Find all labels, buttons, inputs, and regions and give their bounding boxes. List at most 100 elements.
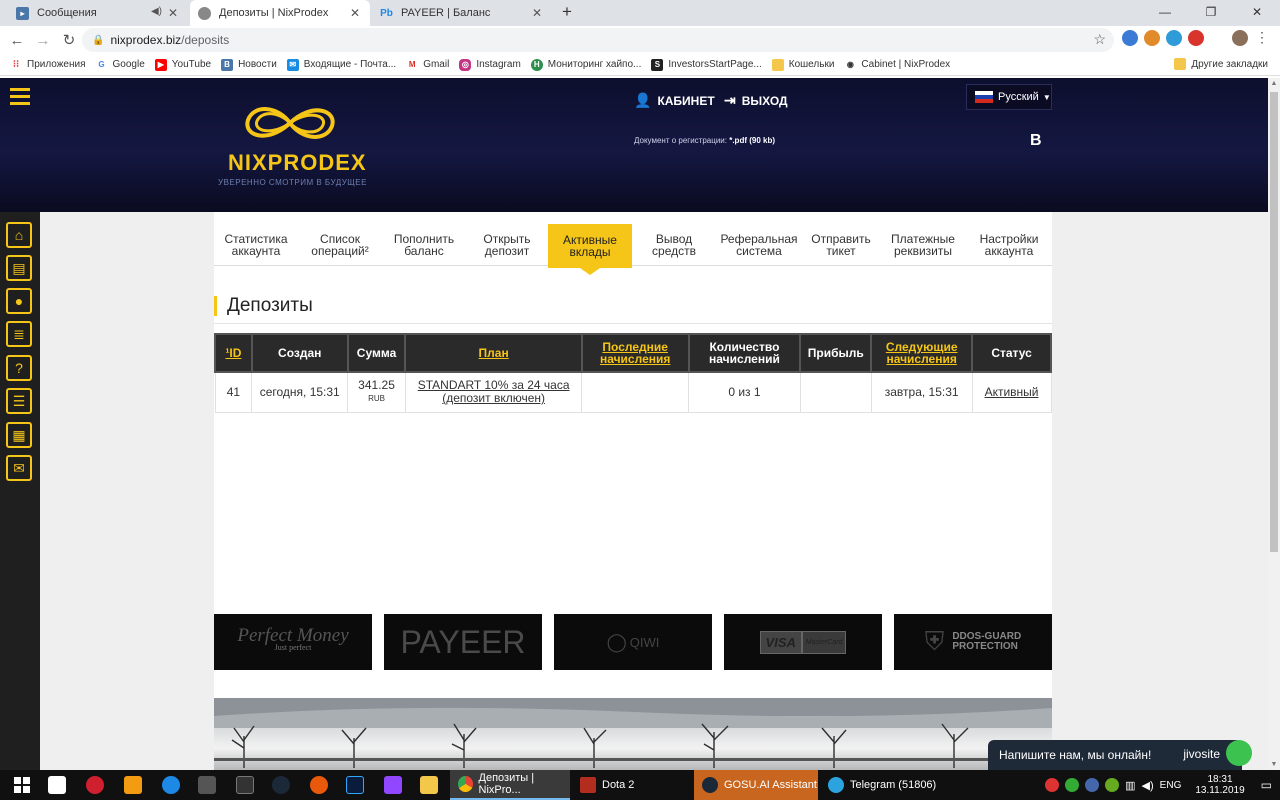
tray-icon[interactable] xyxy=(1105,778,1120,792)
envelope-icon[interactable]: ✉ xyxy=(6,455,32,481)
col-next-accruals[interactable]: Следующие начисления xyxy=(870,333,974,373)
google-icon: G xyxy=(98,60,105,69)
volume-icon[interactable]: ◀) xyxy=(1142,779,1154,792)
tab-deposits[interactable]: Депозиты | NixProdex ✕ xyxy=(190,0,370,26)
user-icon[interactable]: ● xyxy=(6,288,32,314)
maximize-icon[interactable]: ❐ xyxy=(1188,0,1234,26)
clock[interactable]: 18:31 13.11.2019 xyxy=(1195,774,1244,796)
col-status: Статус xyxy=(971,333,1052,373)
nav-active-deposits[interactable]: Активные вклады xyxy=(548,224,632,275)
calculator-icon[interactable] xyxy=(198,776,216,794)
steam-icon[interactable] xyxy=(272,776,290,794)
address-bar[interactable]: 🔒 nixprodex.biz/deposits ☆ xyxy=(82,28,1114,52)
bookmark-youtube[interactable]: ▶ YouTube xyxy=(154,58,211,71)
photoshop-icon[interactable] xyxy=(346,776,364,794)
close-tab-icon[interactable]: ✕ xyxy=(350,6,360,20)
tray-icon[interactable] xyxy=(1045,778,1060,792)
bookmark-gmail[interactable]: M Gmail xyxy=(406,59,449,71)
cell-amount: 341.25 RUB xyxy=(347,371,406,413)
nav-referral[interactable]: Реферальная система xyxy=(716,224,802,266)
close-window-icon[interactable]: ✕ xyxy=(1234,0,1280,26)
bookmark-investors[interactable]: S InvestorsStartPage... xyxy=(651,58,762,71)
bookmark-star-icon[interactable]: ☆ xyxy=(1093,31,1106,48)
nav-open-deposit[interactable]: Открыть депозит xyxy=(466,224,548,266)
bookmark-cabinet[interactable]: ◉ Cabinet | NixProdex xyxy=(844,59,950,71)
scroll-up-icon[interactable]: ▲ xyxy=(1268,80,1280,87)
taskbar-chrome[interactable]: Депозиты | NixPro... xyxy=(450,770,570,800)
globe-icon: ◉ xyxy=(846,60,854,69)
fl-studio-icon[interactable] xyxy=(124,776,142,794)
chat-widget[interactable]: Напишите нам, мы онлайн! jivosite xyxy=(988,740,1252,770)
nav-settings[interactable]: Настройки аккаунта xyxy=(966,224,1052,266)
reload-icon[interactable]: ↻ xyxy=(56,31,82,49)
extension-icon[interactable] xyxy=(1144,30,1160,46)
cell-plan[interactable]: STANDART 10% за 24 часа (депозит включен) xyxy=(404,371,583,413)
logout-link[interactable]: ⇥ ВЫХОД xyxy=(724,92,788,109)
tab-messages[interactable]: ▸ Сообщения ◀) ✕ xyxy=(8,0,188,26)
bookmark-google[interactable]: G Google xyxy=(96,59,144,71)
windows-start-icon[interactable] xyxy=(14,777,30,793)
edge-icon[interactable] xyxy=(162,776,180,794)
tab-payeer[interactable]: Pb PAYEER | Баланс ✕ xyxy=(372,0,552,26)
col-plan[interactable]: План xyxy=(404,333,583,373)
new-tab-icon[interactable]: + xyxy=(562,2,572,22)
nav-ticket[interactable]: Отправить тикет xyxy=(802,224,880,266)
help-icon[interactable]: ? xyxy=(6,355,32,381)
minimize-icon[interactable]: — xyxy=(1142,0,1188,26)
chat-icon[interactable]: ☰ xyxy=(6,388,32,414)
nav-operations[interactable]: Список операций² xyxy=(298,224,382,266)
bookmark-monitoring[interactable]: H Мониторинг хайпо... xyxy=(530,58,641,71)
input-language[interactable]: ENG xyxy=(1160,780,1182,791)
film-icon[interactable] xyxy=(236,776,254,794)
taskbar-dota[interactable]: Dota 2 xyxy=(572,770,692,800)
bookmark-other[interactable]: Другие закладки xyxy=(1174,58,1268,70)
extension-icon[interactable] xyxy=(1122,30,1138,46)
close-tab-icon[interactable]: ✕ xyxy=(532,6,542,20)
forward-icon[interactable]: → xyxy=(30,32,56,49)
bookmark-news[interactable]: B Новости xyxy=(221,58,277,71)
extension-icon[interactable] xyxy=(1166,30,1182,46)
tray-icon[interactable] xyxy=(1065,778,1080,792)
taskbar-gosu[interactable]: GOSU.AI Assistant xyxy=(694,770,818,800)
registration-document[interactable]: Документ о регистрации: *.pdf (90 kb) xyxy=(634,136,775,145)
network-icon[interactable]: ▥ xyxy=(1125,779,1135,792)
cell-status[interactable]: Активный xyxy=(971,371,1052,413)
twitch-icon[interactable] xyxy=(384,776,402,794)
mail-app-icon[interactable] xyxy=(48,776,66,794)
home-icon[interactable]: ⌂ xyxy=(6,222,32,248)
back-icon[interactable]: ← xyxy=(4,32,30,49)
close-tab-icon[interactable]: ✕ xyxy=(168,6,178,20)
logo-text[interactable]: NIXPRODEX xyxy=(228,150,367,176)
news-icon[interactable]: ▦ xyxy=(6,422,32,448)
bookmark-wallets[interactable]: Кошельки xyxy=(771,58,834,71)
scroll-down-icon[interactable]: ▼ xyxy=(1268,761,1280,768)
profile-avatar[interactable] xyxy=(1232,30,1248,46)
bookmark-mail[interactable]: ✉ Входящие - Почта... xyxy=(286,58,396,71)
taskbar-telegram[interactable]: Telegram (51806) xyxy=(820,770,944,800)
speaker-icon[interactable]: ◀) xyxy=(151,6,162,17)
origin-icon[interactable] xyxy=(310,776,328,794)
cabinet-link[interactable]: 👤 КАБИНЕТ xyxy=(634,92,715,109)
hamburger-menu-icon[interactable] xyxy=(10,88,30,106)
briefcase-icon[interactable]: ▤ xyxy=(6,255,32,281)
folder-icon xyxy=(771,58,784,71)
notifications-icon[interactable]: ▭ xyxy=(1261,778,1272,792)
scrollbar-thumb[interactable] xyxy=(1270,92,1278,552)
bookmark-apps[interactable]: ⁝⁝ Приложения xyxy=(10,59,86,71)
nav-withdraw[interactable]: Вывод средств xyxy=(632,224,716,266)
tray-icon[interactable] xyxy=(1085,778,1100,792)
page-scrollbar[interactable]: ▲ ▼ xyxy=(1268,78,1280,770)
nav-payment-details[interactable]: Платежные реквизиты xyxy=(880,224,966,266)
menu-kebab-icon[interactable]: ⋮ xyxy=(1254,30,1270,46)
explorer-folder-icon[interactable] xyxy=(420,776,438,794)
scroll-icon[interactable]: ≣ xyxy=(6,321,32,347)
col-id[interactable]: ¹ID xyxy=(214,333,253,373)
nav-statistics[interactable]: Статистика аккаунта xyxy=(214,224,298,266)
language-select[interactable]: Русский ▼ xyxy=(966,84,1052,110)
col-last-accruals[interactable]: Последние начисления xyxy=(580,333,690,373)
bookmark-instagram[interactable]: ◎ Instagram xyxy=(459,58,521,71)
extension-icon[interactable] xyxy=(1188,30,1204,46)
cell-created: сегодня, 15:31 xyxy=(251,371,349,413)
opera-icon[interactable] xyxy=(86,776,104,794)
nav-top-up[interactable]: Пополнить баланс xyxy=(382,224,466,266)
